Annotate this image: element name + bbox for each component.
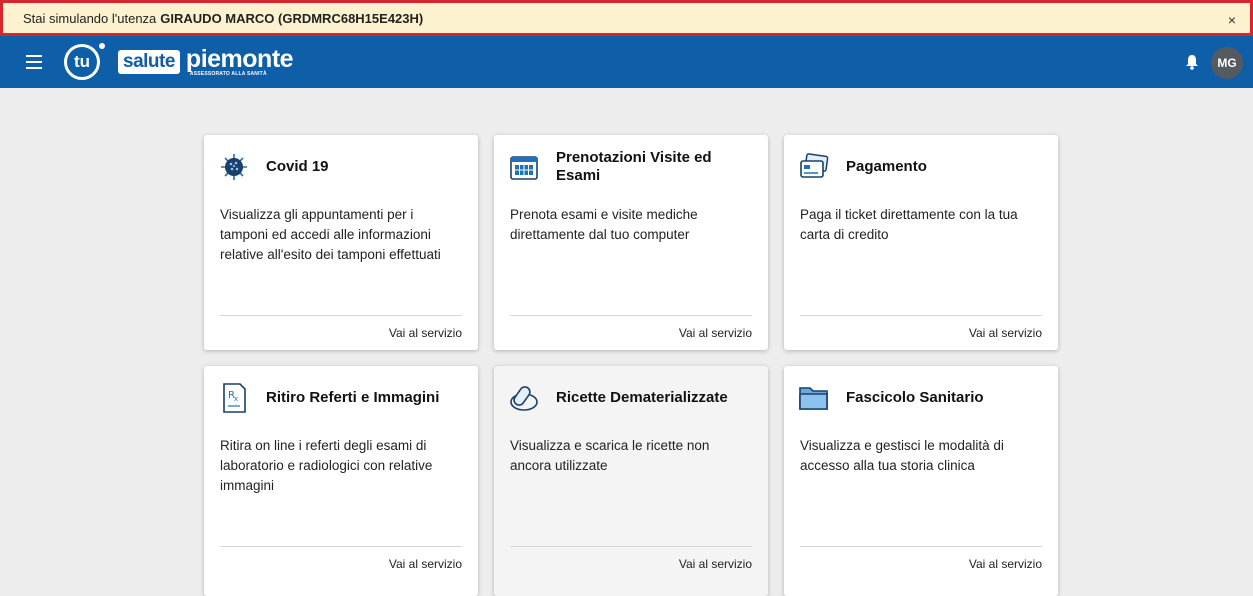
pill-icon — [508, 382, 540, 414]
card-description: Paga il ticket direttamente con la tua c… — [800, 207, 1018, 242]
calendar-icon — [508, 151, 540, 183]
logo-piemonte: piemonte ASSESSORATO ALLA SANITÀ — [185, 45, 294, 78]
service-card-referti[interactable]: R x Ritiro Referti e Immagini Ritira on … — [204, 366, 478, 596]
card-divider — [800, 546, 1042, 547]
card-header: Ricette Dematerializzate — [508, 378, 756, 418]
card-description: Visualizza e scarica le ricette non anco… — [510, 438, 710, 473]
go-to-service-link[interactable]: Vai al servizio — [679, 326, 752, 340]
card-divider — [510, 315, 752, 316]
card-title: Prenotazioni Visite ed Esami — [556, 149, 712, 184]
card-title: Covid 19 — [266, 158, 329, 175]
card-header: R x Ritiro Referti e Immagini — [218, 378, 466, 418]
go-to-service-link[interactable]: Vai al servizio — [389, 326, 462, 340]
service-card-pagamento[interactable]: Pagamento Paga il ticket direttamente co… — [784, 135, 1058, 350]
card-header: Fascicolo Sanitario — [798, 378, 1046, 418]
card-header: Covid 19 — [218, 147, 466, 187]
service-card-ricette[interactable]: Ricette Dematerializzate Visualizza e sc… — [494, 366, 768, 596]
logo-name: piemonte — [185, 45, 294, 73]
logo-subtitle: ASSESSORATO ALLA SANITÀ — [189, 71, 267, 77]
virus-icon — [218, 151, 250, 183]
card-divider — [800, 315, 1042, 316]
service-card-fascicolo[interactable]: Fascicolo Sanitario Visualizza e gestisc… — [784, 366, 1058, 596]
card-title: Ricette Dematerializzate — [556, 389, 728, 406]
go-to-service-link[interactable]: Vai al servizio — [969, 326, 1042, 340]
simulated-user: GIRAUDO MARCO (GRDMRC68H15E423H) — [160, 10, 424, 26]
card-title: Pagamento — [846, 158, 927, 175]
folder-icon — [798, 382, 830, 414]
card-description: Visualizza e gestisci le modalità di acc… — [800, 438, 1004, 473]
credit-card-icon — [798, 151, 830, 183]
go-to-service-link[interactable]: Vai al servizio — [969, 557, 1042, 571]
go-to-service-link[interactable]: Vai al servizio — [389, 557, 462, 571]
logo-tu: tu — [64, 43, 105, 80]
simulation-banner: Stai simulando l'utenza GIRAUDO MARCO (G… — [0, 0, 1253, 36]
go-to-service-link[interactable]: Vai al servizio — [679, 557, 752, 571]
user-avatar[interactable]: MG — [1211, 47, 1243, 79]
prescription-document-icon: R x — [218, 382, 250, 414]
close-banner-button[interactable]: × — [1228, 12, 1236, 28]
card-title: Fascicolo Sanitario — [846, 389, 984, 406]
card-header: Prenotazioni Visite ed Esami — [508, 147, 756, 187]
card-description: Prenota esami e visite mediche direttame… — [510, 207, 698, 242]
notifications-bell-icon[interactable] — [1185, 54, 1199, 70]
salute-piemonte-logo[interactable]: tu salute piemonte ASSESSORATO ALLA SANI… — [64, 42, 294, 82]
service-card-prenotazioni[interactable]: Prenotazioni Visite ed Esami Prenota esa… — [494, 135, 768, 350]
logo-salute: salute — [118, 50, 180, 74]
card-divider — [220, 315, 462, 316]
card-description: Visualizza gli appuntamenti per i tampon… — [220, 207, 441, 262]
card-description: Ritira on line i referti degli esami di … — [220, 438, 433, 493]
menu-icon[interactable] — [26, 55, 42, 69]
card-divider — [510, 546, 752, 547]
card-header: Pagamento — [798, 147, 1046, 187]
top-bar: tu salute piemonte ASSESSORATO ALLA SANI… — [0, 36, 1253, 88]
service-card-covid19[interactable]: Covid 19 Visualizza gli appuntamenti per… — [204, 135, 478, 350]
simulation-banner-prefix: Stai simulando l'utenza — [23, 10, 157, 26]
card-title: Ritiro Referti e Immagini — [266, 389, 440, 406]
card-divider — [220, 546, 462, 547]
svg-text:x: x — [234, 395, 238, 403]
